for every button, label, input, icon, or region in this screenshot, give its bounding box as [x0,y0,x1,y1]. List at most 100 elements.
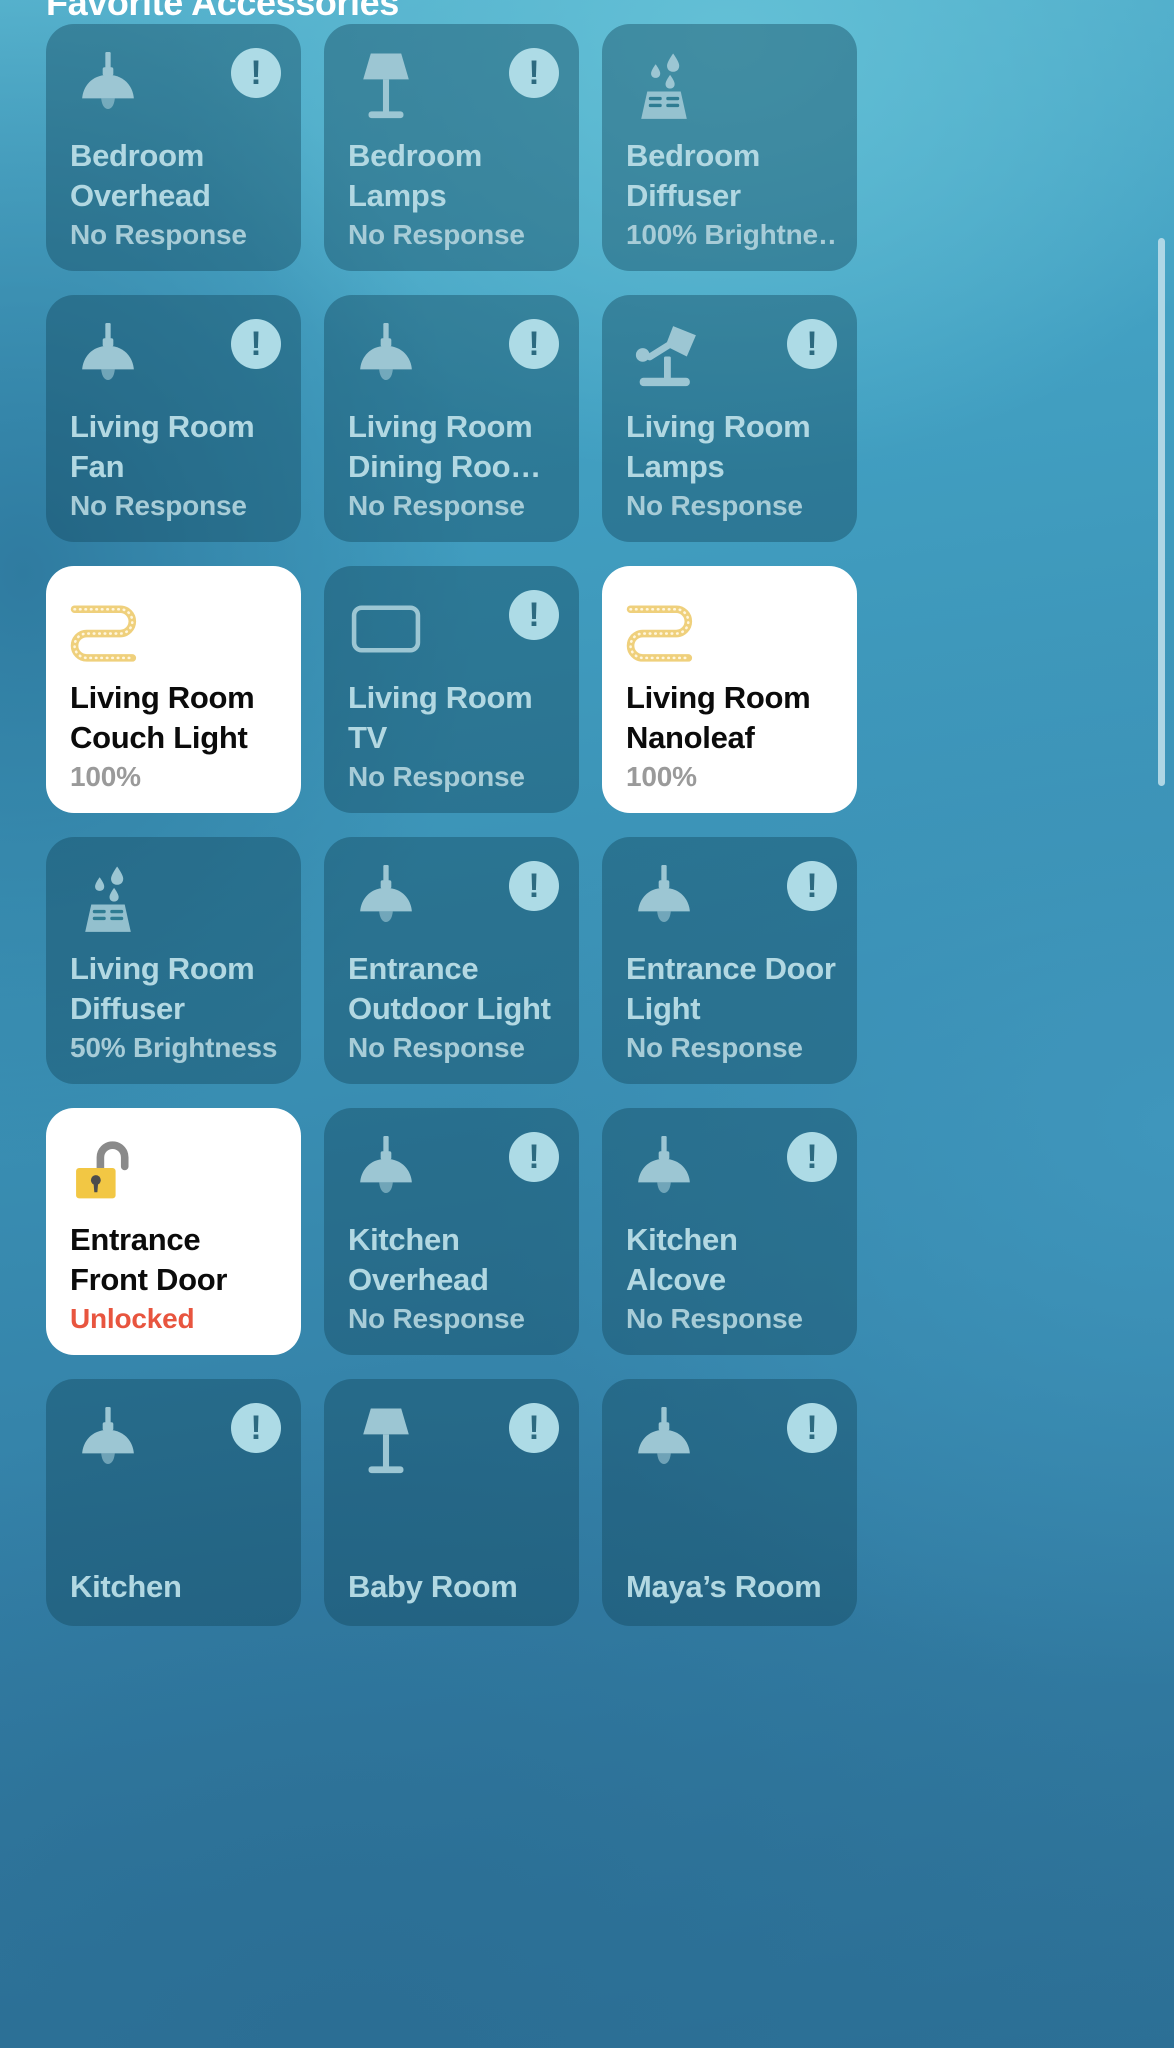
tile-icon-row: ! [70,46,281,132]
tile-text-block: Maya’s Room [626,1567,837,1608]
tile-name: Entrance Front Door [70,1222,228,1297]
exclamation-badge-icon[interactable]: ! [509,1132,559,1182]
accessory-tile[interactable]: ! Living Room Dining Roo… No Response [324,295,579,542]
vertical-scrollbar[interactable] [1158,238,1165,786]
tile-icon-row: ! [348,1130,559,1216]
tile-name: Living Room Nanoleaf [626,680,811,755]
tile-icon-row: ! [348,859,559,945]
exclamation-glyph: ! [528,1409,540,1447]
section-header-favorite-accessories: Favorite Accessories [46,0,399,23]
tile-icon-row [626,588,837,674]
exclamation-badge-icon[interactable]: ! [509,861,559,911]
tile-name: Living Room Couch Light [70,680,255,755]
pendant-light-icon [348,1130,424,1212]
tile-status: 100% [626,760,697,792]
exclamation-badge-icon[interactable]: ! [509,48,559,98]
exclamation-glyph: ! [250,1409,262,1447]
tile-text-block: Living Room Dining Roo… No Response [348,407,559,524]
exclamation-glyph: ! [250,54,262,92]
tile-text-block: Bedroom Overhead No Response [70,136,281,253]
tile-name: Bedroom Diffuser [626,138,760,213]
floor-lamp-icon [348,1401,424,1483]
tile-text-block: Living Room Diffuser 50% Brightness [70,949,281,1066]
accessory-tile[interactable]: ! Maya’s Room [602,1379,857,1626]
tile-icon-row: ! [70,317,281,403]
tile-icon-row: ! [626,1401,837,1487]
tile-name: Living Room TV [348,680,533,755]
tile-status: 100% [70,760,141,792]
pendant-light-icon [70,46,146,128]
accessory-tile[interactable]: Living Room Couch Light 100% [46,566,301,813]
accessory-tile[interactable]: ! Entrance Door Light No Response [602,837,857,1084]
tile-icon-row [70,859,281,945]
tile-text-block: Entrance Front Door Unlocked [70,1220,281,1337]
exclamation-glyph: ! [528,54,540,92]
humidifier-diffuser-icon [626,46,702,128]
tile-name: Kitchen Alcove [626,1222,738,1297]
tile-icon-row: ! [626,1130,837,1216]
tile-name: Living Room Lamps [626,409,811,484]
accessory-tile[interactable]: ! Kitchen [46,1379,301,1626]
exclamation-glyph: ! [528,1138,540,1176]
tile-text-block: Bedroom Lamps No Response [348,136,559,253]
exclamation-glyph: ! [806,1409,818,1447]
tile-name: Living Room Dining Roo… [348,409,541,484]
tile-text-block: Living Room TV No Response [348,678,559,795]
accessory-tile[interactable]: ! Kitchen Overhead No Response [324,1108,579,1355]
tile-name: Kitchen [70,1569,182,1605]
tile-icon-row: ! [348,46,559,132]
exclamation-badge-icon[interactable]: ! [787,319,837,369]
tile-text-block: Living Room Fan No Response [70,407,281,524]
tile-icon-row [626,46,837,132]
humidifier-diffuser-icon [70,859,146,941]
pendant-light-icon [626,859,702,941]
accessory-tile-grid: ! Bedroom Overhead No Response! Bedroom Lam… [46,24,1127,1626]
tile-status: No Response [348,1302,525,1334]
tile-icon-row: ! [348,588,559,674]
exclamation-badge-icon[interactable]: ! [231,319,281,369]
exclamation-badge-icon[interactable]: ! [509,319,559,369]
exclamation-badge-icon[interactable]: ! [787,1132,837,1182]
accessory-tile[interactable]: ! Kitchen Alcove No Response [602,1108,857,1355]
tile-status: No Response [348,1031,525,1063]
pendant-light-icon [70,1401,146,1483]
tile-text-block: Entrance Outdoor Light No Response [348,949,559,1066]
pendant-light-icon [70,317,146,399]
tile-name: Entrance Outdoor Light [348,951,551,1026]
exclamation-badge-icon[interactable]: ! [787,861,837,911]
accessory-tile[interactable]: ! Bedroom Lamps No Response [324,24,579,271]
desk-lamp-icon [626,317,702,399]
exclamation-badge-icon[interactable]: ! [787,1403,837,1453]
accessory-tile[interactable]: ! Living Room Lamps No Response [602,295,857,542]
exclamation-glyph: ! [528,596,540,634]
accessory-tile[interactable]: ! Baby Room [324,1379,579,1626]
tile-icon-row: ! [348,1401,559,1487]
tile-name: Baby Room [348,1569,518,1605]
tile-text-block: Living Room Nanoleaf 100% [626,678,837,795]
accessory-tile[interactable]: Entrance Front Door Unlocked [46,1108,301,1355]
tile-name: Maya’s Room [626,1569,822,1605]
tile-name: Kitchen Overhead [348,1222,489,1297]
floor-lamp-icon [348,46,424,128]
tile-name: Bedroom Overhead [70,138,211,213]
accessory-tile[interactable]: Bedroom Diffuser 100% Brightne… [602,24,857,271]
pendant-light-icon [348,317,424,399]
tile-status: No Response [626,1031,803,1063]
tile-name: Living Room Diffuser [70,951,255,1026]
accessory-tile[interactable]: Living Room Diffuser 50% Brightness [46,837,301,1084]
accessory-tile[interactable]: ! Living Room Fan No Response [46,295,301,542]
tile-status: No Response [626,489,803,521]
accessory-tile[interactable]: ! Entrance Outdoor Light No Response [324,837,579,1084]
accessory-tile[interactable]: Living Room Nanoleaf 100% [602,566,857,813]
exclamation-badge-icon[interactable]: ! [231,1403,281,1453]
exclamation-badge-icon[interactable]: ! [509,590,559,640]
tile-icon-row: ! [626,317,837,403]
exclamation-badge-icon[interactable]: ! [509,1403,559,1453]
television-icon [348,588,424,670]
tile-status: No Response [70,489,247,521]
accessory-tile[interactable]: ! Living Room TV No Response [324,566,579,813]
pendant-light-icon [626,1401,702,1483]
accessory-tile[interactable]: ! Bedroom Overhead No Response [46,24,301,271]
exclamation-badge-icon[interactable]: ! [231,48,281,98]
tile-status: No Response [626,1302,803,1334]
